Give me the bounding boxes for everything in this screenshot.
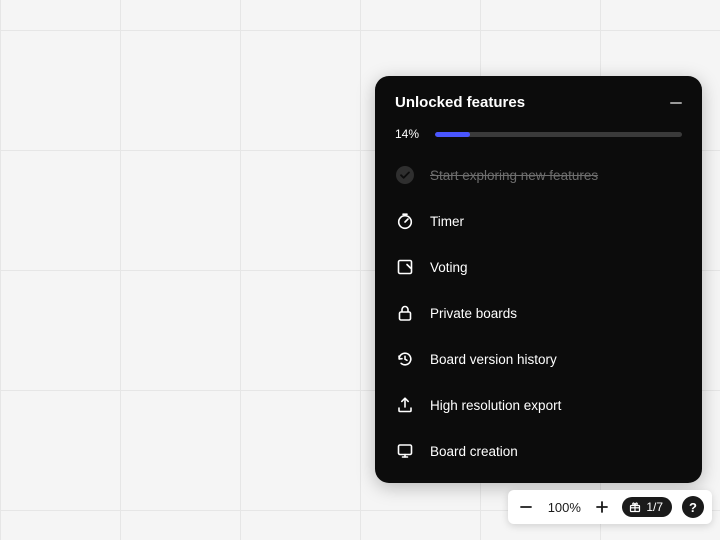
zoom-in-button[interactable] — [592, 497, 612, 517]
voting-icon — [395, 257, 415, 277]
feature-label: Timer — [430, 214, 464, 229]
board-icon — [395, 441, 415, 461]
zoom-out-button[interactable] — [516, 497, 536, 517]
feature-label: Board version history — [430, 352, 557, 367]
feature-item-board-creation[interactable]: Board creation — [395, 441, 682, 461]
timer-icon — [395, 211, 415, 231]
feature-label: Voting — [430, 260, 468, 275]
panel-header: Unlocked features — [395, 94, 682, 111]
progress-counter-label: 1/7 — [646, 500, 663, 514]
feature-item-voting[interactable]: Voting — [395, 257, 682, 277]
panel-title: Unlocked features — [395, 94, 525, 111]
history-icon — [395, 349, 415, 369]
help-button[interactable]: ? — [682, 496, 704, 518]
progress-percent-label: 14% — [395, 127, 423, 141]
unlocked-features-panel: Unlocked features 14% Start exploring ne… — [375, 76, 702, 483]
progress-fill — [435, 132, 470, 137]
feature-list: Start exploring new features Timer Votin… — [395, 165, 682, 467]
progress-row: 14% — [395, 127, 682, 141]
export-icon — [395, 395, 415, 415]
minimize-button[interactable] — [670, 102, 682, 104]
zoom-toolbar: 100% 1/7 ? — [508, 490, 712, 524]
feature-label: Board creation — [430, 444, 518, 459]
feature-item-private-boards[interactable]: Private boards — [395, 303, 682, 323]
progress-track — [435, 132, 682, 137]
feature-label: High resolution export — [430, 398, 561, 413]
feature-label: Private boards — [430, 306, 517, 321]
feature-item-start-exploring[interactable]: Start exploring new features — [395, 165, 682, 185]
feature-item-timer[interactable]: Timer — [395, 211, 682, 231]
lock-icon — [395, 303, 415, 323]
feature-item-high-res-export[interactable]: High resolution export — [395, 395, 682, 415]
feature-item-version-history[interactable]: Board version history — [395, 349, 682, 369]
gift-icon — [629, 501, 641, 513]
check-circle-icon — [395, 165, 415, 185]
feature-label: Start exploring new features — [430, 168, 598, 183]
zoom-level-label[interactable]: 100% — [546, 500, 582, 515]
progress-pill[interactable]: 1/7 — [622, 497, 672, 517]
